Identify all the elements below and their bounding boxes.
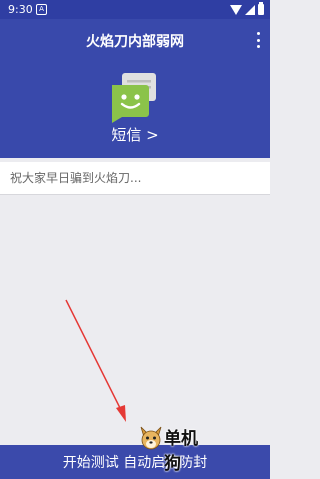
start-test-button[interactable]: 开始测试 自动启用防封 (0, 445, 270, 479)
message-input[interactable] (0, 162, 270, 194)
sms-label-link[interactable]: 短信 > (0, 124, 270, 145)
app-title: 火焰刀内部弱网 (86, 34, 184, 50)
status-bar: 9:30 A (0, 0, 270, 19)
app-header: 火焰刀内部弱网 短信 > (0, 19, 270, 158)
more-vert-icon[interactable] (256, 32, 260, 48)
sms-chat-icon[interactable] (108, 71, 160, 123)
notification-icon: A (36, 4, 47, 15)
watermark-logo: 单机狗 (136, 423, 210, 474)
status-time: 9:30 (8, 3, 33, 16)
watermark-text: 单机狗 (164, 429, 198, 474)
dog-mascot-icon (140, 426, 162, 450)
status-icons (230, 2, 264, 16)
battery-icon (258, 2, 264, 15)
signal-icon (245, 4, 255, 15)
message-input-card (0, 162, 270, 195)
red-arrow-annotation (65, 299, 126, 422)
wifi-icon (230, 4, 242, 15)
